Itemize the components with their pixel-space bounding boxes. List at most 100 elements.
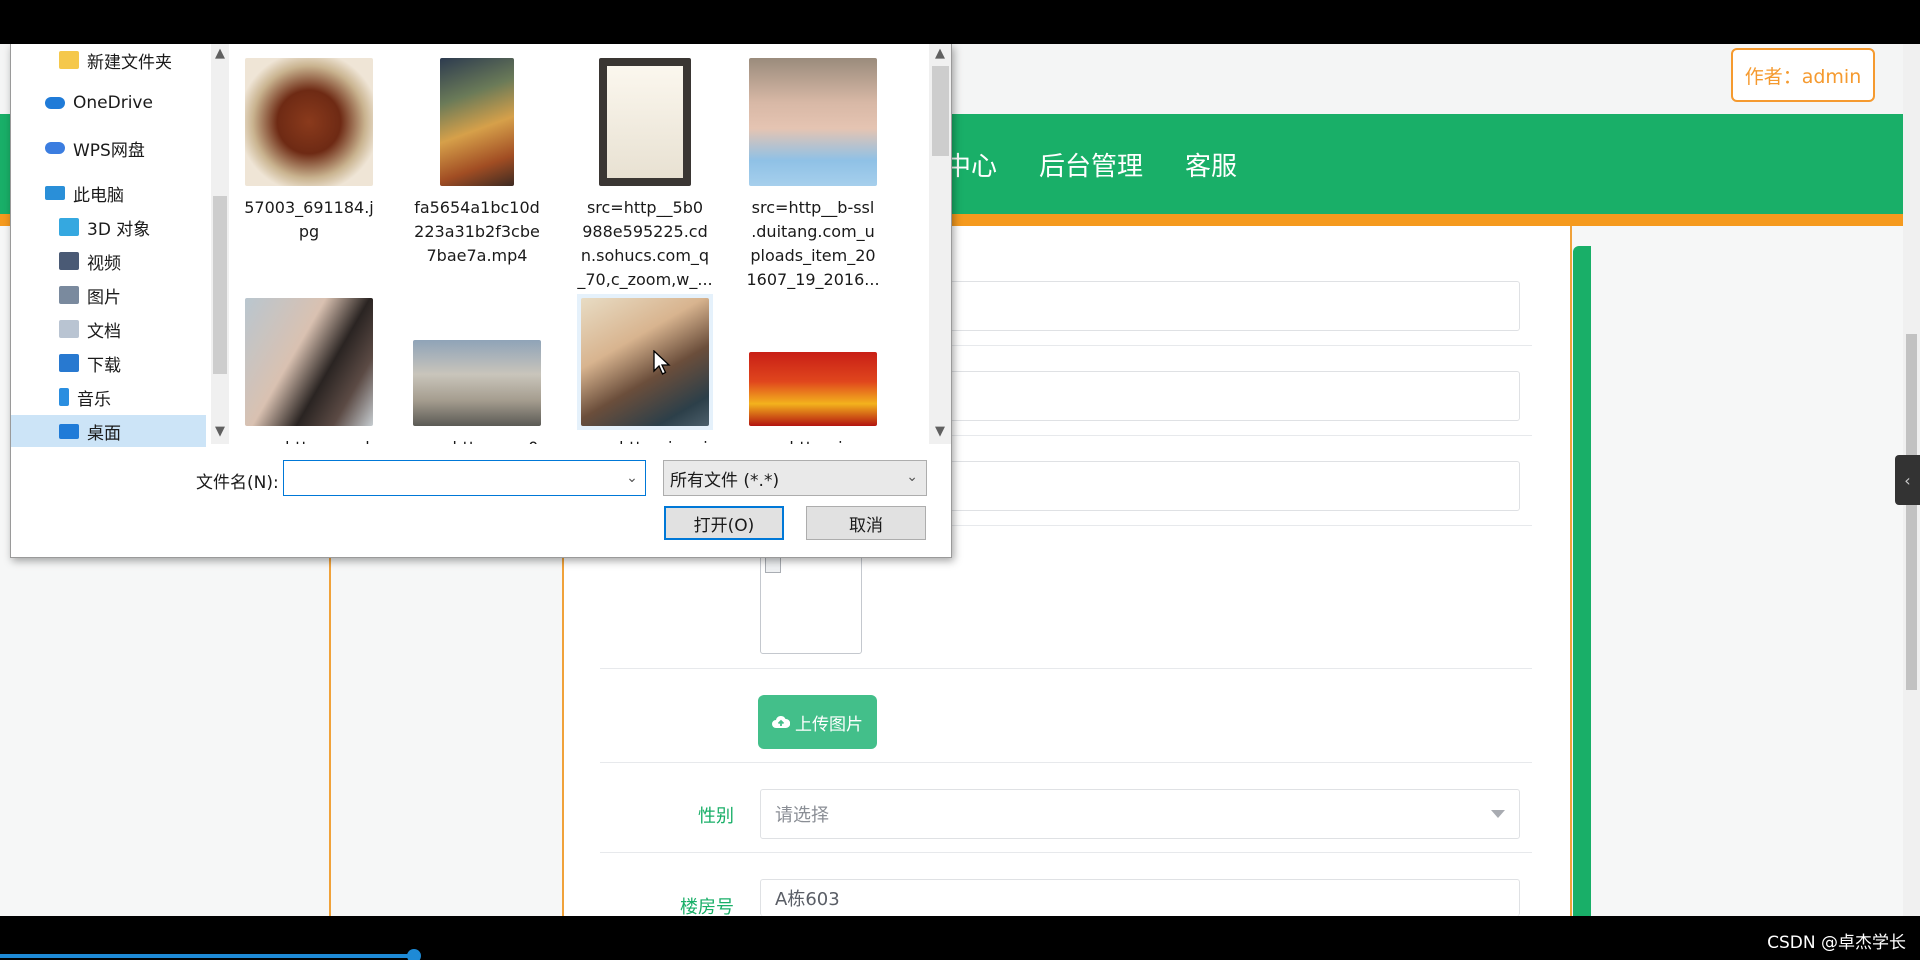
- watermark: CSDN @卓杰学长: [1767, 933, 1906, 953]
- tree-item-downloads[interactable]: 下载: [11, 347, 206, 379]
- gender-select[interactable]: 请选择: [760, 789, 1520, 839]
- tree-item-pictures[interactable]: 图片: [11, 279, 206, 311]
- filename-label: 文件名(N):: [196, 473, 279, 493]
- room-input[interactable]: A栋603: [760, 879, 1520, 916]
- tree-item-wps[interactable]: WPS网盘: [11, 132, 206, 164]
- image-thumbnail: [245, 58, 373, 186]
- cancel-button[interactable]: 取消: [806, 506, 926, 540]
- tree-item-label: 音乐: [77, 389, 111, 410]
- file-item[interactable]: src=http__c-ssl: [229, 294, 389, 444]
- computer-icon: [45, 186, 65, 200]
- upload-button-label: 上传图片: [795, 714, 863, 735]
- file-grid-scrollbar-thumb[interactable]: [932, 66, 949, 156]
- nav-pane: 新建文件夹 OneDrive WPS网盘 此电脑 3D 对象 视频 图片 文档 …: [11, 44, 213, 447]
- document-icon: [59, 320, 79, 338]
- tree-item-videos[interactable]: 视频: [11, 245, 206, 277]
- file-open-dialog: 新建文件夹 OneDrive WPS网盘 此电脑 3D 对象 视频 图片 文档 …: [10, 44, 952, 558]
- cloud-icon: [45, 97, 65, 109]
- file-name: src=http__5b0 988e595225.cd n.sohucs.com…: [577, 198, 713, 289]
- chevron-down-icon: ⌄: [906, 469, 918, 485]
- cloud-upload-icon: [772, 715, 790, 728]
- cube-icon: [59, 218, 79, 236]
- chevron-down-icon[interactable]: ⌄: [619, 460, 645, 496]
- tree-item-label: OneDrive: [73, 93, 153, 113]
- room-input-value: A栋603: [775, 889, 840, 910]
- tree-item-label: 视频: [87, 253, 121, 274]
- tree-item-documents[interactable]: 文档: [11, 313, 206, 345]
- side-accent-bar: [1573, 246, 1591, 916]
- video-progress-handle[interactable]: [407, 949, 421, 960]
- chevron-down-icon: [1491, 810, 1505, 818]
- tree-item-label: 此电脑: [73, 185, 124, 206]
- filename-input[interactable]: [283, 460, 646, 496]
- folder-icon: [59, 51, 79, 69]
- tree-item-label: 下载: [87, 355, 121, 376]
- chevron-left-icon[interactable]: ‹: [1895, 455, 1920, 505]
- download-icon: [59, 354, 79, 372]
- file-name: src=http__b-ssl .duitang.com_u ploads_it…: [746, 198, 880, 289]
- avatar-preview: [760, 552, 862, 654]
- video-progress-bar[interactable]: [0, 954, 415, 958]
- upload-image-button[interactable]: 上传图片: [758, 695, 877, 749]
- file-item[interactable]: src=http__img.: [733, 294, 893, 444]
- file-name: fa5654a1bc10d 223a31b2f3cbe 7bae7a.mp4: [414, 198, 540, 265]
- file-name: src=http__img.: [733, 436, 893, 444]
- file-name: src=http__img.i: [565, 436, 725, 444]
- file-type-value: 所有文件 (*.*): [670, 470, 780, 491]
- file-item[interactable]: src=http__5b0 988e595225.cd n.sohucs.com…: [565, 54, 725, 292]
- tree-item-this-pc[interactable]: 此电脑: [11, 177, 206, 209]
- file-name: 57003_691184.j pg: [244, 198, 374, 241]
- cloud-icon: [45, 142, 65, 154]
- mouse-cursor-icon: [653, 350, 671, 375]
- nav-item-admin[interactable]: 后台管理: [1039, 146, 1143, 183]
- form-divider: [600, 668, 1532, 669]
- tree-item-3d[interactable]: 3D 对象: [11, 211, 206, 243]
- file-name: src=http__gss0: [397, 436, 557, 444]
- tree-item-label: 新建文件夹: [87, 52, 172, 73]
- scroll-down-icon[interactable]: ▼: [211, 424, 229, 439]
- nav-item-center[interactable]: 中心: [945, 146, 997, 183]
- file-item[interactable]: src=http__gss0: [397, 294, 557, 444]
- form-divider: [600, 852, 1532, 853]
- tree-item-new-folder[interactable]: 新建文件夹: [11, 44, 206, 76]
- tree-item-label: 图片: [87, 287, 121, 308]
- left-divider: [329, 556, 331, 916]
- tree-item-label: 桌面: [87, 423, 121, 444]
- gender-select-value: 请选择: [775, 805, 829, 826]
- tree-item-music[interactable]: 音乐: [11, 381, 206, 413]
- image-thumbnail: [581, 298, 709, 426]
- image-thumbnail: [749, 58, 877, 186]
- video-thumbnail: [440, 58, 514, 186]
- file-grid: 57003_691184.j pg fa5654a1bc10d 223a31b2…: [229, 44, 939, 444]
- file-item[interactable]: src=http__b-ssl .duitang.com_u ploads_it…: [733, 54, 893, 292]
- gender-label: 性别: [698, 806, 734, 827]
- music-icon: [59, 388, 69, 406]
- video-icon: [59, 252, 79, 270]
- file-item-selected[interactable]: src=http__img.i: [565, 294, 725, 444]
- page-scrollbar-thumb[interactable]: [1906, 334, 1917, 690]
- tree-item-label: 文档: [87, 321, 121, 342]
- nav-item-service[interactable]: 客服: [1185, 146, 1237, 183]
- scroll-down-icon[interactable]: ▼: [929, 424, 951, 439]
- broken-image-icon: [765, 557, 781, 573]
- tree-item-label: WPS网盘: [73, 140, 145, 161]
- nav-pane-scrollbar-thumb[interactable]: [213, 196, 227, 374]
- file-name: src=http__c-ssl: [229, 436, 389, 444]
- scroll-up-icon[interactable]: ▲: [929, 46, 951, 61]
- form-divider: [600, 762, 1532, 763]
- file-item[interactable]: 57003_691184.j pg: [229, 54, 389, 244]
- file-type-select[interactable]: 所有文件 (*.*) ⌄: [663, 460, 927, 496]
- author-badge[interactable]: 作者：admin: [1731, 48, 1875, 102]
- tree-item-desktop[interactable]: 桌面: [11, 415, 206, 447]
- file-item[interactable]: fa5654a1bc10d 223a31b2f3cbe 7bae7a.mp4: [397, 54, 557, 268]
- tree-item-label: 3D 对象: [87, 219, 151, 240]
- image-thumbnail: [749, 352, 877, 426]
- image-thumbnail: [413, 340, 541, 426]
- desktop-icon: [59, 423, 79, 439]
- scroll-up-icon[interactable]: ▲: [211, 46, 229, 61]
- image-thumbnail: [245, 298, 373, 426]
- nav-items: 中心 后台管理 客服: [945, 114, 1237, 214]
- tree-item-onedrive[interactable]: OneDrive: [11, 87, 206, 119]
- open-button[interactable]: 打开(O): [664, 506, 784, 540]
- picture-icon: [59, 286, 79, 304]
